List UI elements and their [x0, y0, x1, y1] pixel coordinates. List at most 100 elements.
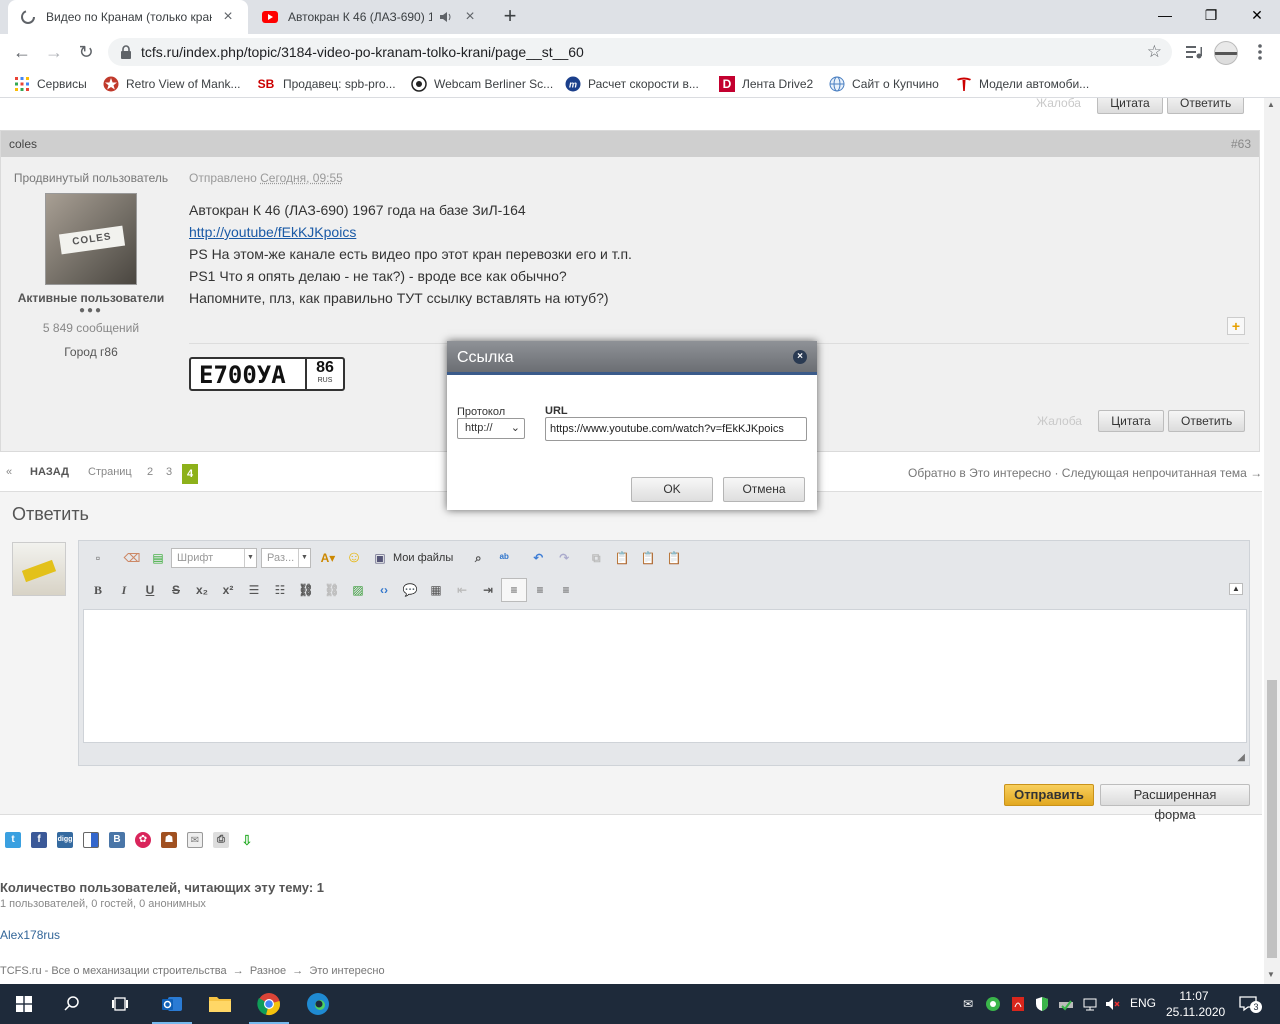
protocol-select[interactable]: http:// ⌄ [457, 418, 525, 439]
spoiler-icon[interactable]: ▦ [423, 578, 449, 602]
align-center-icon[interactable]: ≡ [527, 578, 553, 602]
scrollbar-thumb[interactable] [1267, 680, 1277, 958]
url-input[interactable] [545, 417, 807, 441]
ok-button[interactable]: OK [631, 477, 713, 502]
restore-icon[interactable]: ❐ [1188, 0, 1234, 30]
bookmark-kupchino[interactable]: Сайт о Купчино [829, 76, 939, 92]
forward-arrow-icon[interactable]: → [42, 40, 66, 64]
post-number[interactable]: #63 [1231, 137, 1251, 151]
bookmark-star-icon[interactable]: ☆ [1147, 42, 1162, 62]
cancel-button[interactable]: Отмена [723, 477, 805, 502]
address-bar[interactable]: tcfs.ru/index.php/topic/3184-video-po-kr… [108, 38, 1172, 66]
outlook-icon[interactable] [148, 984, 196, 1024]
font-size-select[interactable]: Раз... ▼ [261, 548, 311, 568]
my-files-icon[interactable]: ▣ [367, 546, 393, 570]
bookmark-drive2[interactable]: D Лента Drive2 [719, 76, 813, 92]
email-icon[interactable]: ✉ [182, 831, 208, 849]
numbered-list-icon[interactable]: ☷ [267, 578, 293, 602]
complaint-link[interactable]: Жалоба [1036, 98, 1081, 110]
align-right-icon[interactable]: ≡ [553, 578, 579, 602]
reply-button[interactable]: Ответить [1168, 410, 1245, 432]
font-family-select[interactable]: Шрифт ▼ [171, 548, 257, 568]
bookmark-car-models[interactable]: Модели автомоби... [956, 76, 1089, 92]
link-icon[interactable]: ⛓ [293, 578, 319, 602]
new-tab-button[interactable]: + [499, 5, 521, 27]
twitter-icon[interactable]: t [0, 831, 26, 849]
prev-page-arrow[interactable]: « [6, 466, 12, 478]
quote-icon[interactable]: 💬 [397, 578, 423, 602]
user-avatar[interactable]: COLES [45, 193, 137, 285]
quote-button[interactable]: Цитата [1097, 98, 1163, 114]
strikethrough-icon[interactable]: S [163, 578, 189, 602]
underline-icon[interactable]: U [137, 578, 163, 602]
chrome-icon[interactable] [245, 984, 293, 1024]
superscript-icon[interactable]: x² [215, 578, 241, 602]
bookmark-seller[interactable]: SB Продавец: spb-pro... [256, 76, 396, 92]
text-color-icon[interactable]: A▾ [315, 546, 341, 570]
delicious-icon[interactable] [78, 831, 104, 849]
paste-word-icon[interactable]: 📋 [661, 546, 687, 570]
search-icon[interactable] [48, 984, 96, 1024]
page-scrollbar[interactable]: ▲ ▼ [1264, 98, 1280, 984]
digg-icon[interactable]: digg [52, 831, 78, 849]
defender-shield-icon[interactable] [1034, 996, 1050, 1012]
windows-start-icon[interactable] [0, 984, 48, 1024]
paste-icon[interactable]: 📋 [609, 546, 635, 570]
bullet-list-icon[interactable]: ☰ [241, 578, 267, 602]
minimize-icon[interactable]: — [1142, 0, 1188, 30]
tab-close-icon[interactable]: × [220, 9, 236, 25]
media-queue-icon[interactable] [1184, 42, 1204, 62]
notifications-icon[interactable]: 3 [1238, 996, 1262, 1013]
bookmark-services[interactable]: Сервисы [14, 76, 87, 92]
pdf-tray-icon[interactable] [1010, 996, 1026, 1012]
subscript-icon[interactable]: x₂ [189, 578, 215, 602]
mail-ru-icon[interactable]: ✿ [130, 831, 156, 849]
paste-text-icon[interactable]: ▫ [85, 546, 111, 570]
emoticon-icon[interactable]: ☺ [341, 546, 367, 570]
volume-muted-icon[interactable] [1104, 996, 1120, 1012]
print-icon[interactable]: ⎙ [208, 831, 234, 849]
profile-avatar[interactable] [1214, 41, 1238, 65]
unlink-icon[interactable]: ⛓ [319, 578, 345, 602]
back-to-section-link[interactable]: Обратно в Это интересно · Следующая непр… [908, 466, 1262, 480]
indent-icon[interactable]: ⇥ [475, 578, 501, 602]
more-menu-icon[interactable] [1250, 42, 1270, 62]
odnoklassniki-icon[interactable]: ☗ [156, 831, 182, 849]
breadcrumb-item[interactable]: TCFS.ru - Все о механизации строительств… [0, 965, 227, 977]
bookmark-webcam[interactable]: Webcam Berliner Sc... [411, 76, 553, 92]
breadcrumb-item[interactable]: Разное [250, 965, 286, 977]
code-icon[interactable]: ‹› [371, 578, 397, 602]
clock[interactable]: 11:07 25.11.2020 [1166, 988, 1225, 1020]
resize-handle-icon[interactable]: ◢ [1237, 752, 1245, 763]
network-icon[interactable] [1082, 996, 1098, 1012]
security-tray-icon[interactable] [985, 996, 1001, 1012]
download-icon[interactable]: ⇩ [234, 831, 260, 849]
tab-close-icon[interactable]: × [462, 9, 478, 25]
post-author[interactable]: coles [9, 137, 37, 151]
scroll-up-icon[interactable]: ▲ [1267, 100, 1275, 109]
audio-playing-icon[interactable] [438, 9, 454, 25]
mail-tray-icon[interactable]: ✉ [960, 996, 976, 1012]
bold-icon[interactable]: B [85, 578, 111, 602]
tab-youtube-video[interactable]: Автокран К 46 (ЛАЗ-690) 19 × [250, 0, 490, 34]
post-editor-textarea[interactable] [83, 609, 1247, 743]
copy-icon[interactable]: ⧉ [583, 546, 609, 570]
eraser-icon[interactable]: ⌫ [119, 546, 145, 570]
page-link-2[interactable]: 2 [147, 466, 153, 478]
edge-icon[interactable] [294, 984, 342, 1024]
reload-icon[interactable]: ↻ [74, 40, 98, 64]
image-icon[interactable]: ▨ [345, 578, 371, 602]
back-link[interactable]: НАЗАД [30, 466, 69, 478]
breadcrumb-item[interactable]: Это интересно [309, 965, 384, 977]
drive-tray-icon[interactable] [1058, 996, 1074, 1012]
quote-button[interactable]: Цитата [1098, 410, 1164, 432]
vkontakte-icon[interactable]: B [104, 831, 130, 849]
table-icon[interactable]: ▤ [145, 546, 171, 570]
bookmark-speed-calc[interactable]: m Расчет скорости в... [565, 76, 699, 92]
close-window-icon[interactable]: ✕ [1234, 0, 1280, 30]
italic-icon[interactable]: I [111, 578, 137, 602]
facebook-icon[interactable]: f [26, 831, 52, 849]
multiquote-plus-icon[interactable]: + [1227, 317, 1245, 335]
back-arrow-icon[interactable]: ← [10, 40, 34, 64]
youtube-link[interactable]: http://youtube/fEkKJKpoics [189, 224, 356, 240]
